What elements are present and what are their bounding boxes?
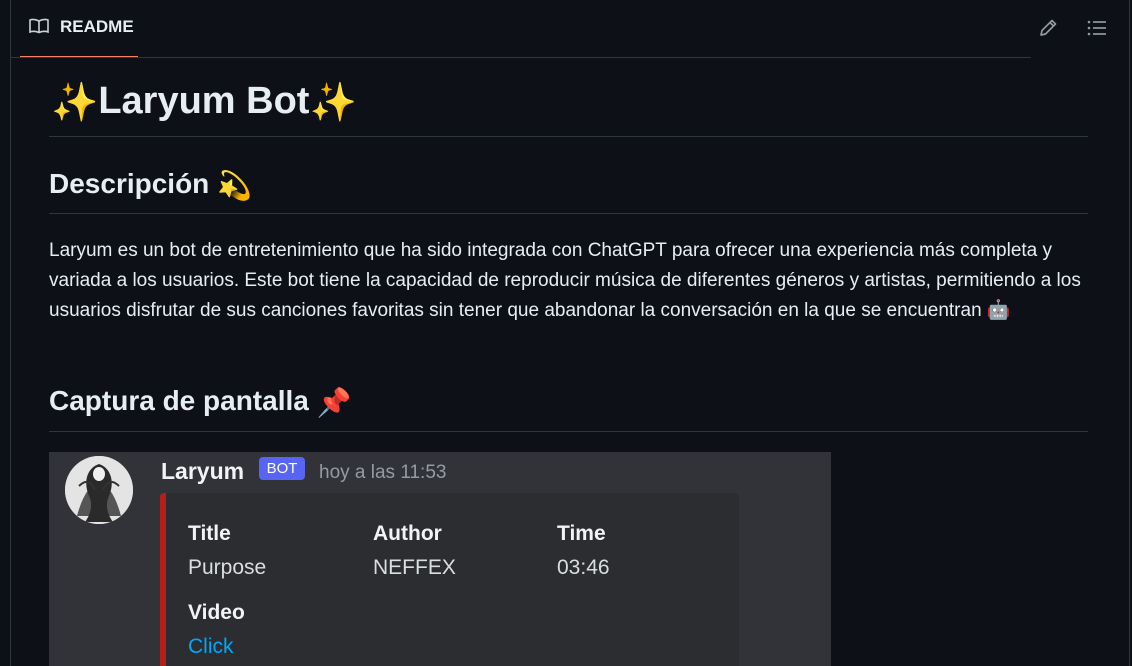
field-name: Title	[188, 522, 231, 545]
description-paragraph: Laryum es un bot de entretenimiento que …	[49, 236, 1094, 326]
field-name: Video	[188, 601, 245, 624]
tab-divider	[11, 57, 1031, 58]
pencil-icon[interactable]	[1037, 17, 1059, 39]
avatar	[65, 456, 133, 524]
sparkles-icon: ✨	[51, 81, 99, 124]
page-title: ✨Laryum Bot✨	[51, 80, 357, 125]
divider	[49, 213, 1088, 214]
field-name: Author	[373, 522, 442, 545]
field-value: NEFFEX	[373, 556, 456, 579]
screenshot-image: Laryum BOT hoy a las 11:53 Title Purpose…	[49, 452, 831, 666]
field-value: Purpose	[188, 556, 267, 579]
field-value: 03:46	[557, 556, 610, 579]
book-icon	[29, 18, 49, 34]
section-heading-text: Captura de pantalla	[49, 385, 309, 416]
divider	[49, 136, 1088, 137]
robot-icon: 🤖	[986, 300, 1011, 321]
dizzy-icon: 💫	[217, 170, 252, 202]
description-text: Laryum es un bot de entretenimiento que …	[49, 240, 1081, 321]
bot-badge: BOT	[259, 457, 305, 480]
list-icon[interactable]	[1086, 17, 1108, 39]
music-embed: Title Purpose Author NEFFEX Time 03:46 V…	[160, 493, 739, 666]
avatar-figure	[65, 456, 133, 524]
section-heading-text: Descripción	[49, 168, 210, 199]
bot-username: Laryum	[161, 458, 245, 484]
divider	[49, 431, 1088, 432]
tab-readme-label: README	[60, 17, 134, 36]
pushpin-icon: 📌	[316, 387, 352, 419]
page-title-text: Laryum Bot	[98, 80, 310, 122]
sparkles-icon: ✨	[309, 81, 357, 124]
field-name: Time	[557, 522, 606, 545]
video-link[interactable]: Click	[188, 635, 234, 659]
readme-panel: README ✨Laryum Bot✨ Descripción 💫 Laryum…	[10, 0, 1130, 666]
tab-readme[interactable]: README	[20, 0, 138, 58]
section-heading-description: Descripción 💫	[49, 168, 252, 202]
message-timestamp: hoy a las 11:53	[319, 462, 447, 483]
section-heading-screenshot: Captura de pantalla 📌	[49, 385, 352, 419]
readme-tabbar: README	[11, 0, 1129, 58]
